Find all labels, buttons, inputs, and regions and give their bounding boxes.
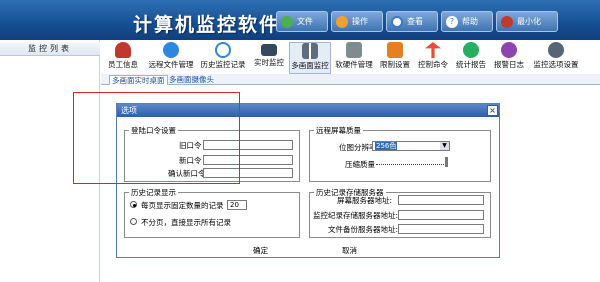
control-icon: [425, 42, 441, 58]
screen-server-input[interactable]: [398, 195, 484, 205]
toolbar-alarm-log[interactable]: 报警日志: [491, 42, 527, 74]
help-icon: ?: [446, 15, 458, 28]
resolution-label: 位图分辨率: [339, 143, 377, 152]
menu-view-button[interactable]: 查看: [386, 11, 438, 32]
paged-records-radio[interactable]: [130, 201, 137, 208]
toolbar-control[interactable]: 控制命令: [415, 42, 451, 74]
resolution-value: 256色: [375, 142, 398, 150]
menu-operate-label: 操作: [352, 17, 368, 26]
toolbar-options[interactable]: 监控选项设置: [531, 42, 581, 74]
toolbar-multi-screen[interactable]: 多画面监控: [289, 42, 331, 74]
tab-multi-camera[interactable]: 多画面摄像头: [167, 75, 216, 85]
menu-view-label: 查看: [407, 17, 423, 26]
globe-icon: [163, 42, 179, 58]
monitor-server-label: 监控纪录存储服务器地址:: [313, 211, 399, 220]
records-per-page-input[interactable]: 20: [227, 200, 247, 210]
menu-operate-button[interactable]: 操作: [331, 11, 383, 32]
show-all-radio[interactable]: [130, 218, 137, 225]
menu-file-button[interactable]: 文件: [276, 11, 328, 32]
report-icon: [463, 42, 479, 58]
toolbar-label: 报警日志: [494, 60, 524, 69]
tab-multi-desktop[interactable]: 多画面实时桌面: [109, 75, 168, 85]
alarm-log-icon: [501, 42, 517, 58]
toolbar-label: 多画面监控: [291, 61, 329, 70]
highlight-annotation: [73, 92, 240, 184]
sidebar-title: 监控列表: [0, 42, 100, 56]
minimize-label: 最小化: [517, 17, 541, 26]
minimize-button[interactable]: 最小化: [496, 11, 558, 32]
ok-button[interactable]: 确定: [253, 245, 268, 256]
options-gear-icon: [548, 42, 564, 58]
chevron-down-icon: ▼: [440, 142, 449, 150]
toolbar: 员工信息 远程文件管理 历史监控记录 实时监控 多画面监控 软硬件管理 限制设置…: [101, 40, 600, 74]
toolbar-label: 员工信息: [108, 60, 138, 69]
remote-quality-group: 远程屏幕质量: [309, 125, 491, 182]
toolbar-label: 统计报告: [456, 60, 486, 69]
toolbar-label: 软硬件管理: [335, 60, 373, 69]
compression-quality-slider[interactable]: [376, 163, 448, 165]
toolbar-software[interactable]: 软硬件管理: [333, 42, 375, 74]
resolution-select[interactable]: 256色 ▼: [372, 141, 450, 151]
minimize-icon: [501, 15, 513, 28]
remote-group-legend: 远程屏幕质量: [316, 126, 361, 135]
toolbar-remote-file[interactable]: 远程文件管理: [145, 42, 197, 74]
history-group-legend: 历史记录显示: [131, 188, 176, 197]
toolbar-report[interactable]: 统计报告: [453, 42, 489, 74]
subtab-bar: 多画面实时桌面 多画面摄像头: [101, 74, 600, 85]
toolbar-label: 限制设置: [380, 60, 410, 69]
software-icon: [346, 42, 362, 58]
file-icon: [281, 15, 293, 28]
show-all-label: 不分页，直接显示所有记录: [141, 218, 231, 227]
paged-records-label: 每页显示固定数量的记录: [141, 201, 224, 210]
employee-icon: [115, 42, 131, 58]
dialog-close-button[interactable]: ×: [487, 105, 498, 116]
toolbar-label: 远程文件管理: [148, 60, 194, 69]
view-icon: [391, 15, 403, 28]
toolbar-realtime[interactable]: 实时监控: [251, 42, 287, 74]
toolbar-history[interactable]: 历史监控记录: [199, 42, 247, 74]
toolbar-label: 实时监控: [254, 58, 284, 67]
toolbar-label: 历史监控记录: [200, 60, 246, 69]
multi-screen-icon: [302, 43, 318, 59]
screen-server-label: 屏幕服务器地址:: [337, 196, 393, 205]
file-server-input[interactable]: [398, 224, 484, 234]
monitor-server-input[interactable]: [398, 210, 484, 220]
toolbar-label: 控制命令: [418, 60, 448, 69]
slider-thumb[interactable]: [445, 157, 448, 167]
toolbar-label: 监控选项设置: [533, 60, 579, 69]
compression-quality-label: 压缩质量: [345, 160, 375, 169]
toolbar-employee-info[interactable]: 员工信息: [105, 42, 141, 74]
menu-file-label: 文件: [297, 17, 313, 26]
restrict-icon: [387, 42, 403, 58]
tools-icon: [336, 15, 348, 28]
app-title: 计算机监控软件: [133, 14, 281, 36]
search-history-icon: [215, 42, 231, 58]
menu-help-label: 帮助: [462, 17, 478, 26]
history-display-group: 历史记录显示: [124, 187, 300, 238]
menu-help-button[interactable]: ? 帮助: [441, 11, 493, 32]
cancel-button[interactable]: 取消: [342, 245, 357, 256]
monitor-icon: [261, 44, 277, 56]
file-server-label: 文件备份服务器地址:: [328, 225, 399, 234]
toolbar-restrict[interactable]: 限制设置: [377, 42, 413, 74]
